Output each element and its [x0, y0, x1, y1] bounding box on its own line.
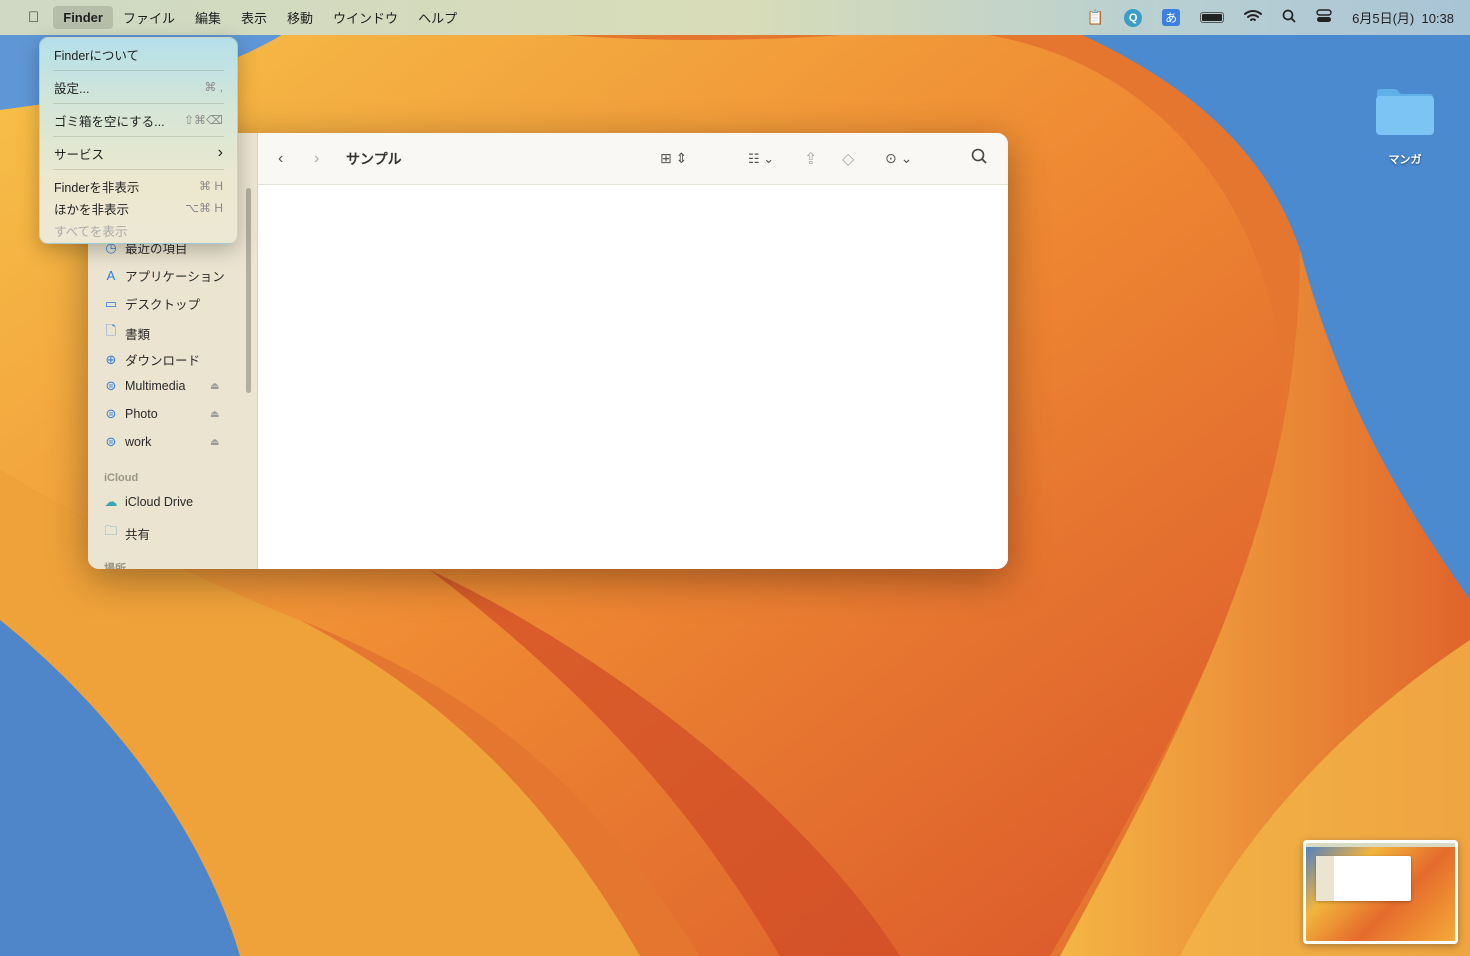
- menu-item-empty-trash[interactable]: ゴミ箱を空にする... ⇧⌘⌫: [40, 109, 237, 131]
- icon-view-button[interactable]: ⊞ ⇕: [660, 150, 687, 167]
- network-drive-icon: ⊜: [105, 378, 117, 393]
- toolbar: ‹ › サンプル ⊞ ⇕ ☷ ⌄ ⇪ ◇ ⊙ ⌄: [258, 133, 1008, 185]
- battery-icon[interactable]: [1200, 12, 1225, 23]
- forward-button[interactable]: ›: [314, 150, 319, 168]
- menu-edit[interactable]: 編集: [185, 4, 231, 31]
- control-center-icon[interactable]: [1316, 9, 1332, 26]
- wifi-icon[interactable]: [1244, 9, 1263, 26]
- screenshot-thumbnail[interactable]: [1303, 840, 1458, 944]
- menu-separator: [53, 169, 224, 170]
- sidebar-item-shared[interactable]: 🗀 共有: [104, 522, 234, 544]
- eject-icon[interactable]: ⏏: [210, 437, 219, 448]
- chevron-right-icon: ›: [217, 144, 223, 161]
- sidebar-item-documents[interactable]: 🗋 書類: [104, 322, 234, 344]
- datetime[interactable]: 6月5日(月) 10:38: [1352, 8, 1454, 27]
- menu-separator: [53, 136, 224, 137]
- menu-bar:  Finder ファイル 編集 表示 移動 ウインドウ ヘルプ 📋 Q あ 6…: [0, 0, 1470, 35]
- sidebar-item-downloads[interactable]: ⊕ ダウンロード: [104, 350, 234, 369]
- menu-finder[interactable]: Finder: [53, 6, 113, 29]
- spotlight-icon[interactable]: [1282, 9, 1296, 26]
- menu-separator: [53, 103, 224, 104]
- eject-icon[interactable]: ⏏: [210, 409, 219, 420]
- sidebar-item-photo[interactable]: ⊜ Photo ⏏: [104, 406, 234, 422]
- clipboard-icon[interactable]: 📋: [1087, 9, 1104, 26]
- menu-go[interactable]: 移動: [277, 4, 323, 31]
- sidebar-item-icloud-drive[interactable]: ☁ iCloud Drive: [104, 494, 234, 510]
- network-drive-icon: ⊜: [105, 406, 117, 421]
- desktop-folder-label[interactable]: マンガ: [1380, 151, 1430, 167]
- menu-file[interactable]: ファイル: [113, 4, 185, 31]
- menu-window[interactable]: ウインドウ: [323, 4, 408, 31]
- search-app-icon[interactable]: Q: [1124, 8, 1143, 27]
- apps-icon: A: [106, 268, 116, 283]
- search-button[interactable]: [971, 148, 987, 169]
- group-button[interactable]: ☷ ⌄: [748, 151, 774, 167]
- share-icon[interactable]: ⇪: [804, 149, 817, 169]
- menu-item-services[interactable]: サービス ›: [40, 142, 237, 164]
- more-actions-button[interactable]: ⊙ ⌄: [885, 150, 912, 167]
- menu-item-hide-finder[interactable]: Finderを非表示 ⌘ H: [40, 175, 237, 197]
- document-icon: 🗋: [105, 323, 117, 338]
- sidebar-scrollbar[interactable]: [246, 188, 251, 393]
- eject-icon[interactable]: ⏏: [210, 381, 219, 392]
- menu-item-hide-others[interactable]: ほかを非表示 ⌥⌘ H: [40, 197, 237, 219]
- menu-item-about-finder[interactable]: Finderについて: [40, 43, 237, 65]
- menu-item-settings[interactable]: 設定... ⌘ ,: [40, 76, 237, 98]
- sidebar-item-multimedia[interactable]: ⊜ Multimedia ⏏: [104, 378, 234, 394]
- sidebar-header-icloud: iCloud: [104, 472, 139, 484]
- cloud-icon: ☁: [104, 494, 118, 509]
- desktop-folder-icon[interactable]: [1375, 86, 1435, 136]
- sidebar-item-desktop[interactable]: ▭ デスクトップ: [104, 294, 234, 313]
- menu-view[interactable]: 表示: [231, 4, 277, 31]
- sidebar-item-work[interactable]: ⊜ work ⏏: [104, 434, 234, 450]
- window-title: サンプル: [346, 150, 402, 167]
- apple-menu-icon[interactable]: : [18, 5, 49, 30]
- download-icon: ⊕: [105, 351, 117, 367]
- file-content-area[interactable]: [258, 185, 1008, 569]
- menu-help[interactable]: ヘルプ: [408, 4, 467, 31]
- menu-item-show-all: すべてを表示: [54, 224, 128, 239]
- shared-folder-icon: 🗀: [104, 523, 118, 538]
- finder-menu-dropdown: Finderについて 設定... ⌘ , ゴミ箱を空にする... ⇧⌘⌫ サービス ›…: [39, 37, 238, 244]
- menu-separator: [53, 70, 224, 71]
- network-drive-icon: ⊜: [105, 434, 117, 449]
- input-method-icon[interactable]: あ: [1162, 9, 1181, 26]
- sidebar-header-locations: 場所: [104, 563, 126, 569]
- tag-icon[interactable]: ◇: [842, 149, 854, 169]
- sidebar-item-applications[interactable]: A アプリケーション: [104, 266, 234, 285]
- desktop-icon: ▭: [104, 295, 118, 311]
- back-button[interactable]: ‹: [278, 150, 283, 168]
